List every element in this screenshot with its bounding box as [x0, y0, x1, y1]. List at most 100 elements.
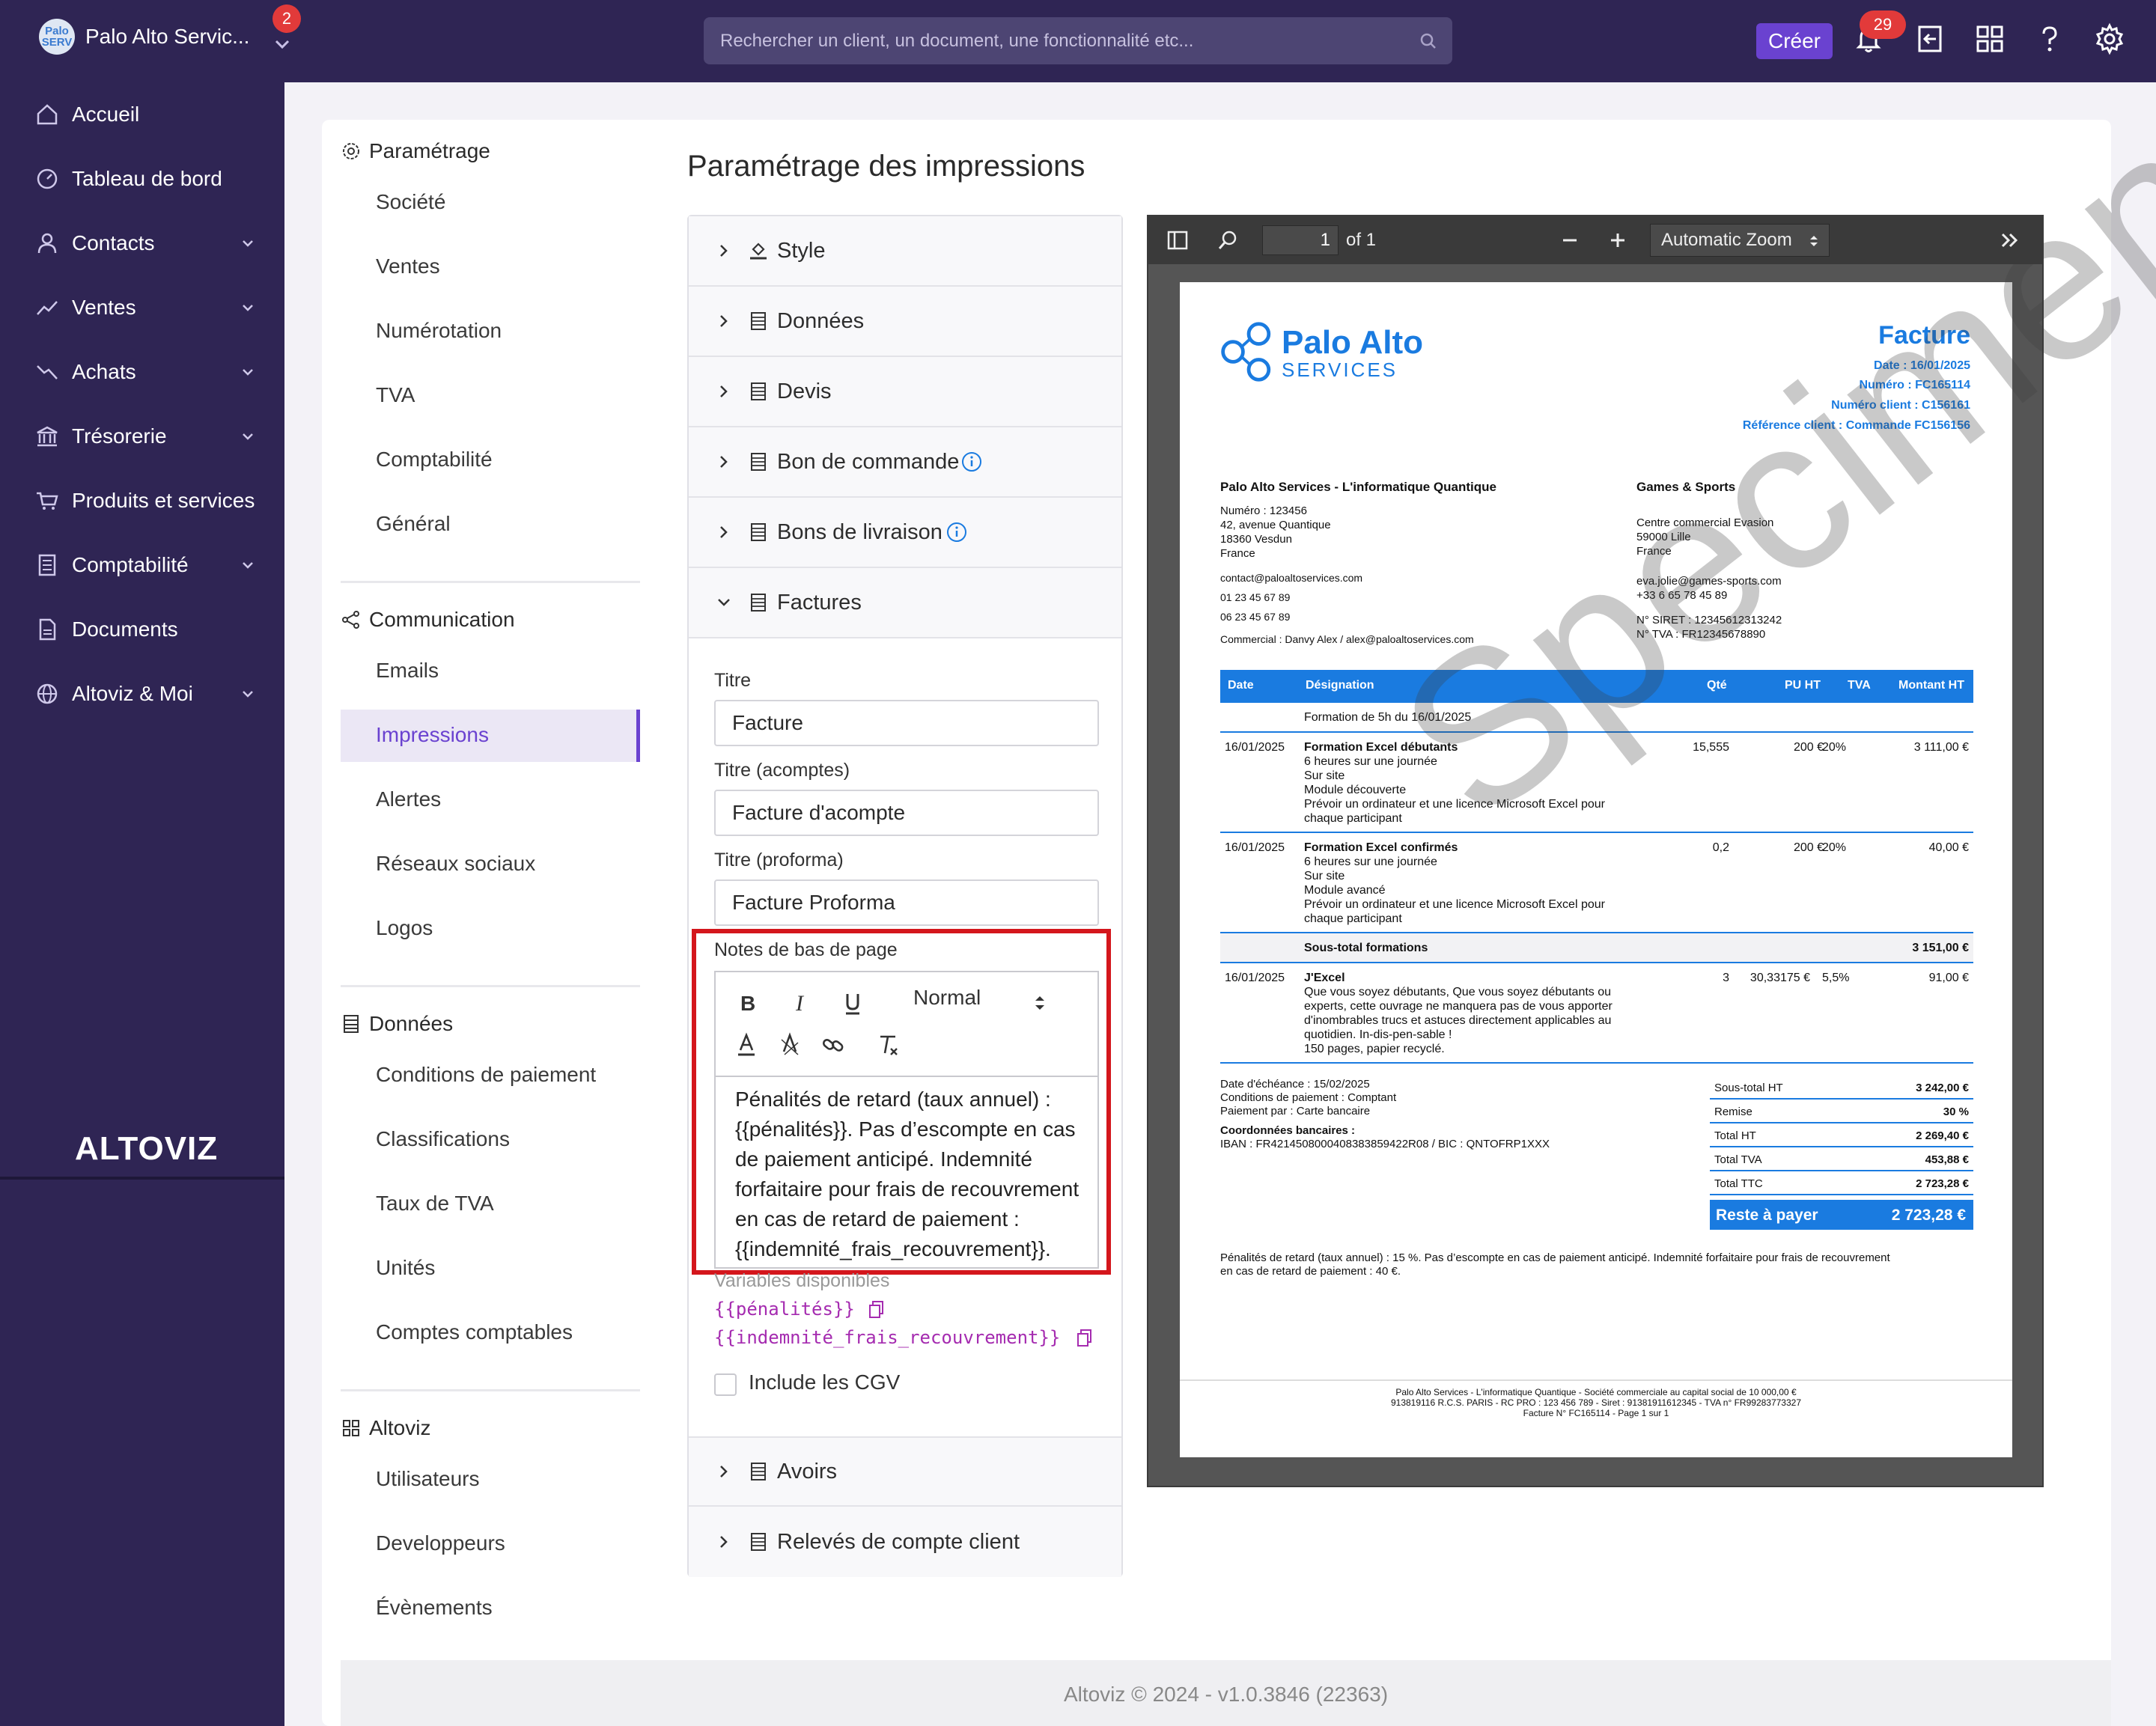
row3-qte: 3 [1723, 972, 1729, 984]
link-icon[interactable] [820, 1032, 846, 1058]
nav-item-general[interactable]: Général [376, 512, 451, 536]
accordion-avoirs[interactable]: Avoirs [689, 1436, 1121, 1507]
copy-icon[interactable] [1077, 1329, 1093, 1348]
nav-item-alertes[interactable]: Alertes [376, 787, 441, 811]
page-total: of 1 [1346, 230, 1377, 250]
apps-grid-icon[interactable] [1973, 22, 2006, 55]
find-icon[interactable] [1217, 229, 1240, 251]
company-switcher[interactable]: Palo SERV Palo Alto Servic... [39, 19, 290, 55]
chevron-right-icon [720, 526, 728, 538]
nav-item-societe[interactable]: Société [376, 190, 445, 214]
top-bar: Palo SERV Palo Alto Servic... 2 Recherch… [0, 0, 2156, 82]
seller-email: contact@paloaltoservices.com [1220, 572, 1363, 584]
sidebar-item-accueil[interactable]: Accueil [0, 82, 284, 147]
table-icon [751, 453, 766, 471]
accordion-releves[interactable]: Relevés de compte client [689, 1507, 1121, 1577]
totals-row: Remise 30 % [1710, 1100, 1973, 1123]
help-icon[interactable] [2033, 22, 2066, 55]
italic-icon[interactable]: I [788, 990, 813, 1016]
nav-item-comptes-comptables[interactable]: Comptes comptables [376, 1320, 573, 1344]
dashboard-icon [37, 168, 58, 189]
underline-icon[interactable] [840, 990, 865, 1016]
gear-icon[interactable] [2093, 22, 2126, 55]
row2-pu: 200 € [1793, 841, 1824, 854]
page-number-input[interactable]: 1 [1262, 225, 1339, 255]
titre-input[interactable]: Facture [714, 700, 1099, 746]
sidebar-item-tresorerie[interactable]: Trésorerie [0, 404, 284, 469]
sidebar-item-altoviz-moi[interactable]: Altoviz & Moi [0, 662, 284, 726]
accordion-donnees[interactable]: Données [689, 287, 1121, 357]
nav-item-utilisateurs[interactable]: Utilisateurs [376, 1467, 479, 1491]
format-select[interactable]: Normal [913, 986, 981, 1010]
create-button[interactable]: Créer [1756, 23, 1833, 59]
accordion-style[interactable]: Style [689, 216, 1121, 287]
row3-line: 150 pages, papier recyclé. [1304, 1043, 1445, 1055]
accordion-devis[interactable]: Devis [689, 357, 1121, 427]
document-icon [39, 618, 56, 641]
row2-tva: 20% [1822, 841, 1847, 854]
highlight-color-icon[interactable] [777, 1032, 803, 1058]
sidebar-item-ventes[interactable]: Ventes [0, 275, 284, 340]
logout-icon[interactable] [1913, 22, 1946, 55]
titre-proforma-label: Titre (proforma) [714, 850, 844, 870]
seller-line: 42, avenue Quantique [1220, 519, 1331, 531]
sidebar-item-documents[interactable]: Documents [0, 597, 284, 662]
totals-row: Sous-total HT 3 242,00 € [1710, 1076, 1973, 1100]
nav-item-conditions-paiement[interactable]: Conditions de paiement [376, 1063, 596, 1087]
notes-text[interactable]: Pénalités de retard (taux annuel) : {{pé… [735, 1085, 1087, 1264]
company-badge: 2 [272, 4, 301, 33]
bold-icon[interactable]: B [734, 990, 759, 1016]
sidebar-item-achats[interactable]: Achats [0, 340, 284, 404]
titre-acomptes-input[interactable]: Facture d'acompte [714, 790, 1099, 836]
copy-icon[interactable] [868, 1300, 885, 1320]
row2-title: Formation Excel confirmés [1304, 841, 1458, 854]
text-color-icon[interactable] [734, 1032, 759, 1058]
nav-item-comptabilite[interactable]: Comptabilité [376, 448, 493, 472]
search-icon [1420, 33, 1436, 49]
titre-proforma-input[interactable]: Facture Proforma [714, 879, 1099, 926]
info-icon[interactable] [961, 451, 982, 472]
nav-item-numerotation[interactable]: Numérotation [376, 319, 502, 343]
bank-title: Coordonnées bancaires : [1220, 1124, 1356, 1137]
row3-tva: 5,5% [1822, 972, 1850, 984]
zoom-select[interactable]: Automatic Zoom [1650, 224, 1830, 257]
nav-item-emails[interactable]: Emails [376, 659, 439, 683]
nav-item-logos[interactable]: Logos [376, 916, 433, 940]
logo-sub-text: SERVICES [1282, 359, 1398, 381]
sidebar-item-label: Documents [72, 617, 178, 641]
zoom-in-icon[interactable] [1607, 229, 1629, 251]
sidebar-item-comptabilite[interactable]: Comptabilité [0, 533, 284, 597]
invoice-footer-line: 913819116 R.C.S. PARIS - RC PRO : 123 45… [1390, 1397, 1802, 1408]
sidebar-item-produits[interactable]: Produits et services [0, 469, 284, 533]
nav-item-evenements[interactable]: Évènements [376, 1596, 493, 1620]
sidebar-item-contacts[interactable]: Contacts [0, 211, 284, 275]
row-divider [1220, 832, 1973, 833]
accordion-bon-de-commande[interactable]: Bon de commande [689, 427, 1121, 498]
sidebar-item-tableau-de-bord[interactable]: Tableau de bord [0, 147, 284, 211]
clear-format-icon[interactable] [876, 1032, 901, 1058]
nav-item-reseaux-sociaux[interactable]: Réseaux sociaux [376, 852, 535, 876]
nav-item-ventes[interactable]: Ventes [376, 254, 440, 278]
invoice-notes-line: Pénalités de retard (taux annuel) : 15 %… [1220, 1251, 1890, 1264]
accordion-factures[interactable]: Factures [689, 568, 1121, 638]
row2-date: 16/01/2025 [1225, 841, 1285, 854]
editor-toolbar: B I Normal [716, 972, 1097, 1077]
bank-icon [37, 426, 58, 447]
invoice-footer-line: Palo Alto Services - L'informatique Quan… [1395, 1387, 1797, 1397]
table-icon [344, 1015, 359, 1033]
nav-item-classifications[interactable]: Classifications [376, 1127, 510, 1151]
include-cgv-checkbox[interactable] [714, 1373, 737, 1396]
sidebar-toggle-icon[interactable] [1166, 229, 1189, 251]
nav-item-unites[interactable]: Unités [376, 1256, 435, 1280]
nav-item-tva[interactable]: TVA [376, 383, 415, 407]
notification-badge: 29 [1860, 10, 1906, 39]
nav-item-taux-tva[interactable]: Taux de TVA [376, 1192, 494, 1216]
info-icon[interactable] [946, 522, 967, 543]
nav-item-developpeurs[interactable]: Developpeurs [376, 1531, 505, 1555]
nav-item-impressions[interactable]: Impressions [376, 723, 489, 747]
zoom-out-icon[interactable] [1559, 229, 1581, 251]
global-search-input[interactable]: Rechercher un client, un document, une f… [704, 17, 1452, 64]
select-arrows-icon[interactable] [1027, 990, 1053, 1016]
accordion-bons-de-livraison[interactable]: Bons de livraison [689, 498, 1121, 568]
chevron-right-icon [720, 315, 728, 327]
